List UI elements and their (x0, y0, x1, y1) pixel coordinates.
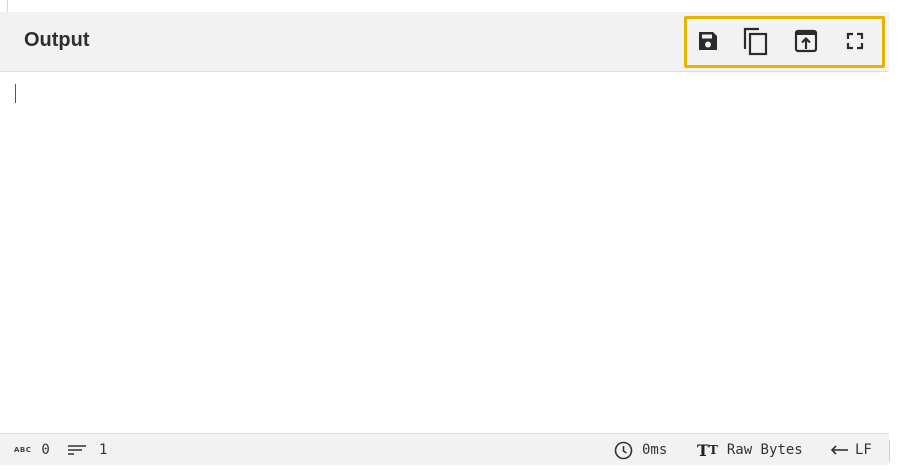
output-encoding[interactable]: TT Raw Bytes (697, 440, 803, 460)
output-length: ABC 0 (14, 441, 50, 459)
maximise-button[interactable] (840, 26, 870, 56)
eol-label: LF (855, 442, 872, 458)
status-bar: ABC 0 1 0ms TT Raw Bytes LF (0, 433, 889, 465)
save-button[interactable] (693, 26, 723, 56)
fullscreen-icon (846, 32, 864, 50)
panel-edge (889, 440, 890, 462)
abc-icon: ABC (14, 446, 32, 454)
length-value: 0 (41, 442, 50, 458)
copy-button[interactable] (741, 26, 771, 56)
text-caret (15, 84, 16, 103)
time-value: 0ms (642, 442, 668, 458)
lines-icon (67, 443, 87, 457)
output-text-area[interactable] (8, 73, 889, 433)
text-encoding-icon: TT (697, 440, 718, 460)
output-panel: Output ABC 0 1 0ms T T Raw Bytes LF (0, 0, 919, 475)
lines-value: 1 (99, 442, 108, 458)
clock-icon (614, 441, 633, 460)
output-lines: 1 (67, 441, 107, 459)
encoding-label: Raw Bytes (726, 442, 803, 458)
replace-input-button[interactable] (791, 26, 821, 56)
page-title: Output (24, 29, 90, 51)
open-in-box-icon (794, 29, 818, 53)
end-of-line-sequence[interactable]: LF (829, 441, 872, 459)
bake-time: 0ms (614, 441, 667, 459)
save-icon (699, 32, 717, 50)
return-arrow-icon (829, 443, 849, 457)
copy-icon (743, 27, 768, 56)
